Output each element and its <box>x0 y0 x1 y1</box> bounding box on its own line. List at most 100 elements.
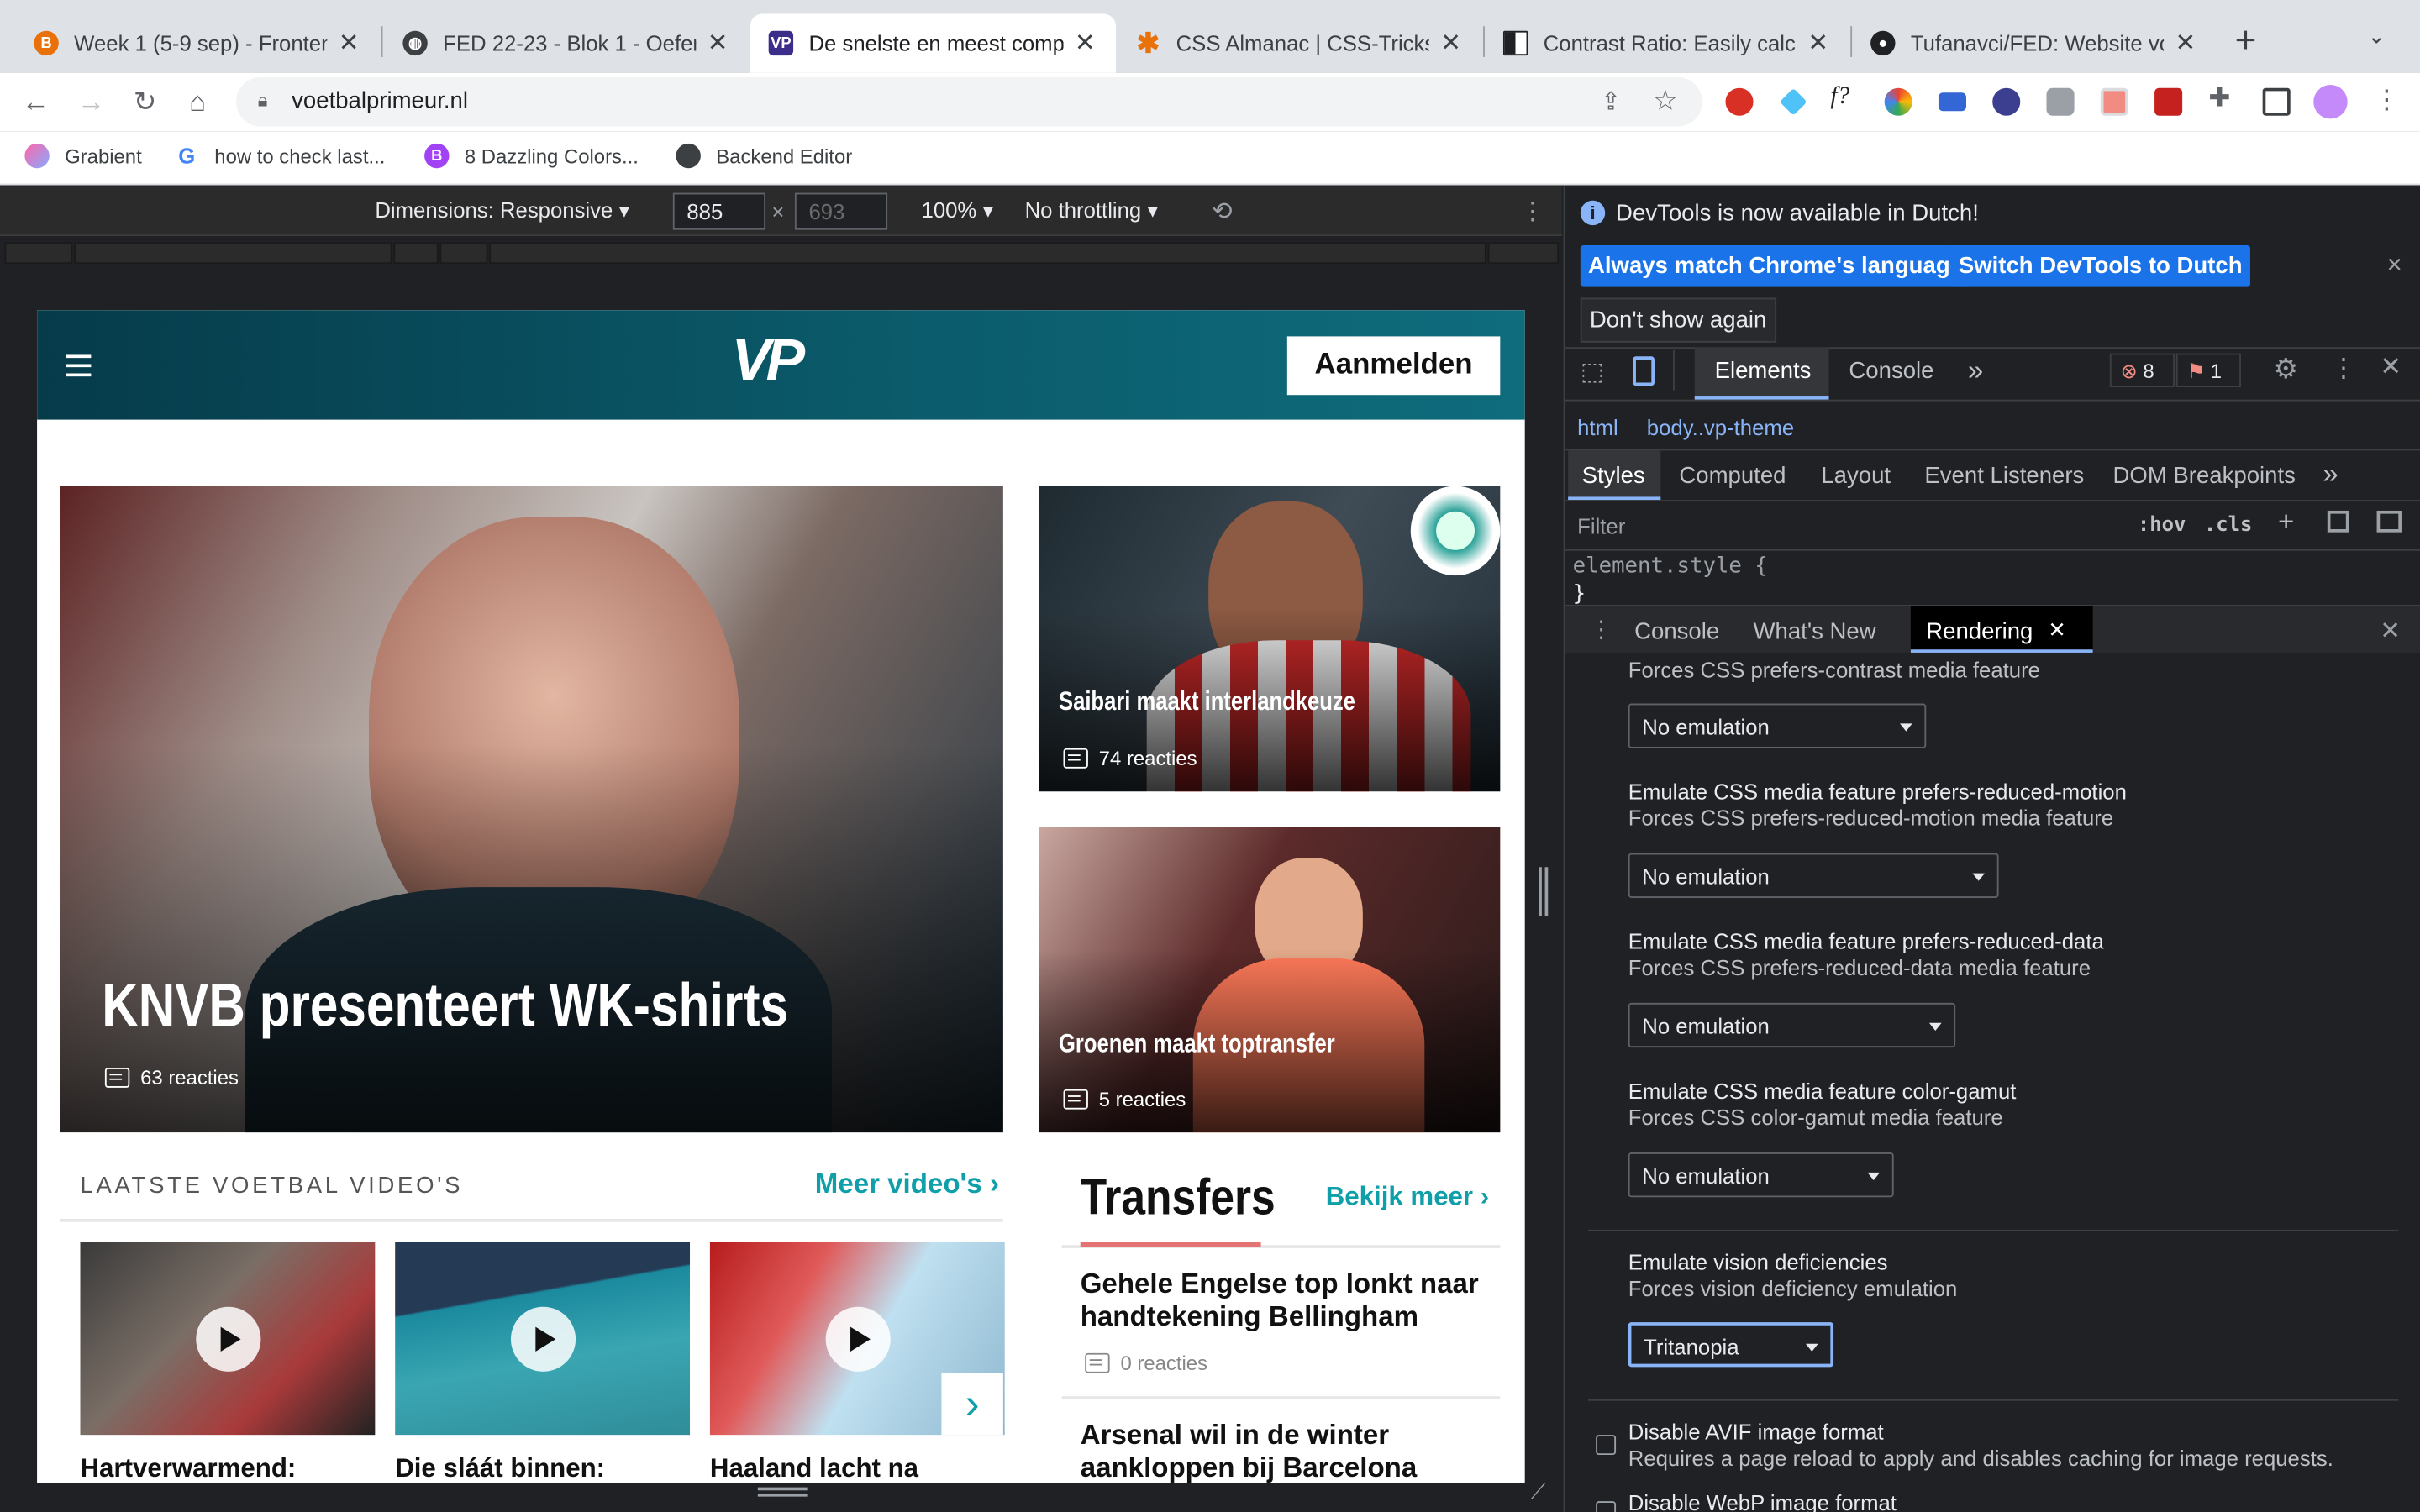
bookmark-backend[interactable]: Backend Editor <box>676 143 852 169</box>
bookmark-dazzling[interactable]: B 8 Dazzling Colors... <box>424 143 639 169</box>
media-query-bar[interactable] <box>0 236 1562 270</box>
carousel-next-button[interactable]: › <box>941 1373 1003 1436</box>
video-thumb-1[interactable] <box>80 1242 376 1436</box>
more-subtabs-icon[interactable]: » <box>2323 459 2338 491</box>
hov-toggle[interactable]: :hov <box>2138 514 2186 538</box>
extension-shield-icon[interactable] <box>1992 87 2021 116</box>
back-icon[interactable]: ← <box>13 79 59 125</box>
close-tab-icon[interactable]: ✕ <box>1806 28 1830 59</box>
reload-icon[interactable]: ↻ <box>122 79 168 125</box>
bookmark-grabient[interactable]: Grabient <box>24 143 142 169</box>
side-article-saibari[interactable]: Saibari maakt interlandkeuze 74 reacties <box>1039 486 1501 792</box>
subtab-layout[interactable]: Layout <box>1821 463 1891 489</box>
close-tab-icon[interactable]: ✕ <box>2173 28 2197 59</box>
prefers-reduced-motion-select[interactable]: No emulation <box>1628 853 1999 898</box>
video-title-3[interactable]: Haaland lacht na <box>710 1453 918 1483</box>
share-icon[interactable]: ⇪ <box>1601 87 1622 118</box>
tab-week1[interactable]: B Week 1 (5-9 sep) - Frontend ✕ <box>15 14 379 73</box>
extension-diamond-icon[interactable] <box>1779 87 1807 116</box>
camera-icon[interactable] <box>2046 87 2075 116</box>
calendar-icon[interactable] <box>2100 87 2128 116</box>
resize-corner-icon[interactable]: ⟋ <box>1531 1478 1546 1504</box>
element-style-rule[interactable]: element.style { <box>1573 554 1768 578</box>
close-devtools-icon[interactable]: ✕ <box>2380 352 2402 383</box>
prefers-contrast-select[interactable]: No emulation <box>1628 703 1927 748</box>
width-input[interactable]: 885 <box>672 192 766 230</box>
address-bar[interactable]: 🔒︎ voetbalprimeur.nl ⇪ ☆ <box>236 76 1702 127</box>
hamburger-menu-icon[interactable] <box>66 354 92 377</box>
breadcrumb-html[interactable]: html <box>1577 415 1618 439</box>
breadcrumb-body[interactable]: body..vp-theme <box>1647 415 1794 439</box>
login-button[interactable]: Aanmelden <box>1286 336 1501 396</box>
video-title-2[interactable]: Die sláát binnen: <box>395 1453 605 1483</box>
font-finder-icon[interactable]: f? <box>1830 83 1858 111</box>
settings-gear-icon[interactable]: ⚙ <box>2274 354 2299 386</box>
dimensions-dropdown[interactable]: Dimensions: Responsive ▾ <box>375 197 629 223</box>
close-tab-icon[interactable]: ✕ <box>1439 28 1463 59</box>
drawer-menu-icon[interactable]: ⋮ <box>1590 616 1613 643</box>
rotate-icon[interactable]: ⟲ <box>1212 196 1233 227</box>
bookmark-google[interactable]: G how to check last... <box>175 144 385 168</box>
new-style-rule-icon[interactable]: + <box>2278 506 2294 538</box>
inspect-element-icon[interactable]: ⬚ <box>1581 356 1604 387</box>
side2-title[interactable]: Groenen maakt toptransfer <box>1059 1029 1335 1060</box>
tab-voetbalprimeur[interactable]: VP De snelste en meest compl ✕ <box>750 13 1116 73</box>
zip-icon[interactable] <box>1938 92 1966 112</box>
styles-filter-input[interactable]: Filter <box>1568 505 2118 545</box>
close-tab-icon[interactable]: ✕ <box>1073 28 1097 59</box>
close-tab-icon[interactable]: ✕ <box>336 28 360 59</box>
sidepanel-icon[interactable] <box>2262 87 2291 116</box>
issue-count-badge[interactable]: ⚑ 1 <box>2175 353 2241 388</box>
hero-article[interactable]: KNVB presenteert WK-shirts 63 reacties <box>60 486 1003 1133</box>
throttling-dropdown[interactable]: No throttling ▾ <box>1025 197 1159 223</box>
puzzle-icon[interactable]: ✚ <box>2208 83 2236 113</box>
tab-fed[interactable]: ◍ FED 22-23 - Blok 1 - Oefen ✕ <box>384 14 748 73</box>
new-tab-button[interactable]: + <box>2235 20 2257 63</box>
side-article-groenen[interactable]: Groenen maakt toptransfer 5 reacties <box>1039 827 1501 1133</box>
tab-github[interactable]: ● Tufanavci/FED: Website voo ✕ <box>1852 14 2216 73</box>
color-picker-icon[interactable] <box>1884 87 1912 116</box>
always-match-language-button[interactable]: Always match Chrome's language <box>1580 245 1971 287</box>
transfer-title-1[interactable]: Gehele Engelse top lonkt naar handtekeni… <box>1081 1268 1482 1333</box>
side2-reactions[interactable]: 5 reacties <box>1063 1088 1186 1110</box>
subtab-event-listeners[interactable]: Event Listeners <box>1924 463 2084 489</box>
tab-search-icon[interactable]: ⌄ <box>2368 24 2386 50</box>
resize-handle-bottom[interactable] <box>757 1487 808 1491</box>
bookmark-star-icon[interactable]: ☆ <box>1653 85 1678 118</box>
zoom-dropdown[interactable]: 100% ▾ <box>922 197 994 223</box>
resize-handle-right[interactable] <box>1539 867 1542 917</box>
devtools-menu-icon[interactable]: ⋮ <box>2330 354 2356 385</box>
disable-webp-checkbox[interactable] <box>1596 1501 1617 1512</box>
drawer-tab-whats-new[interactable]: What's New <box>1754 619 1876 645</box>
drawer-tab-console[interactable]: Console <box>1634 619 1719 645</box>
prefers-reduced-data-select[interactable]: No emulation <box>1628 1002 1956 1048</box>
toggle-sidebar-icon[interactable] <box>2376 510 2402 533</box>
tab-contrast-ratio[interactable]: Contrast Ratio: Easily calcu ✕ <box>1485 14 1849 73</box>
color-format-icon[interactable] <box>2327 510 2349 533</box>
error-count-badge[interactable]: ⊗ 8 <box>2109 353 2175 388</box>
close-banner-icon[interactable]: ✕ <box>2386 253 2403 277</box>
side1-reactions[interactable]: 74 reacties <box>1063 747 1197 770</box>
disable-avif-checkbox[interactable] <box>1596 1435 1617 1456</box>
tab-css-tricks[interactable]: ✱ CSS Almanac | CSS-Tricks ✕ <box>1118 14 1481 73</box>
height-input[interactable]: 693 <box>794 192 888 230</box>
menu-kebab-icon[interactable]: ⋮ <box>2374 85 2400 116</box>
close-rendering-tab-icon[interactable]: ✕ <box>2048 617 2066 643</box>
vp-logo[interactable]: VP <box>732 328 806 395</box>
subtab-computed[interactable]: Computed <box>1679 463 1786 489</box>
more-tabs-icon[interactable]: » <box>1968 354 1983 387</box>
vision-deficiency-select[interactable]: Tritanopia <box>1628 1322 1834 1368</box>
transfer-reactions-1[interactable]: 0 reacties <box>1085 1352 1207 1375</box>
side1-title[interactable]: Saibari maakt interlandkeuze <box>1059 686 1355 717</box>
more-videos-link[interactable]: Meer video's › <box>815 1168 999 1200</box>
hero-title[interactable]: KNVB presenteert WK-shirts <box>102 972 788 1042</box>
forward-icon[interactable]: → <box>68 79 114 125</box>
extension-red-icon[interactable] <box>2154 87 2183 116</box>
close-drawer-icon[interactable]: ✕ <box>2380 616 2401 647</box>
transfers-more-link[interactable]: Bekijk meer › <box>1326 1182 1489 1213</box>
color-gamut-select[interactable]: No emulation <box>1628 1152 1894 1198</box>
device-toolbar-toggle-icon[interactable] <box>1633 356 1655 386</box>
close-tab-icon[interactable]: ✕ <box>705 28 729 59</box>
cls-toggle[interactable]: .cls <box>2204 514 2253 538</box>
subtab-dom-breakpoints[interactable]: DOM Breakpoints <box>2112 463 2295 489</box>
